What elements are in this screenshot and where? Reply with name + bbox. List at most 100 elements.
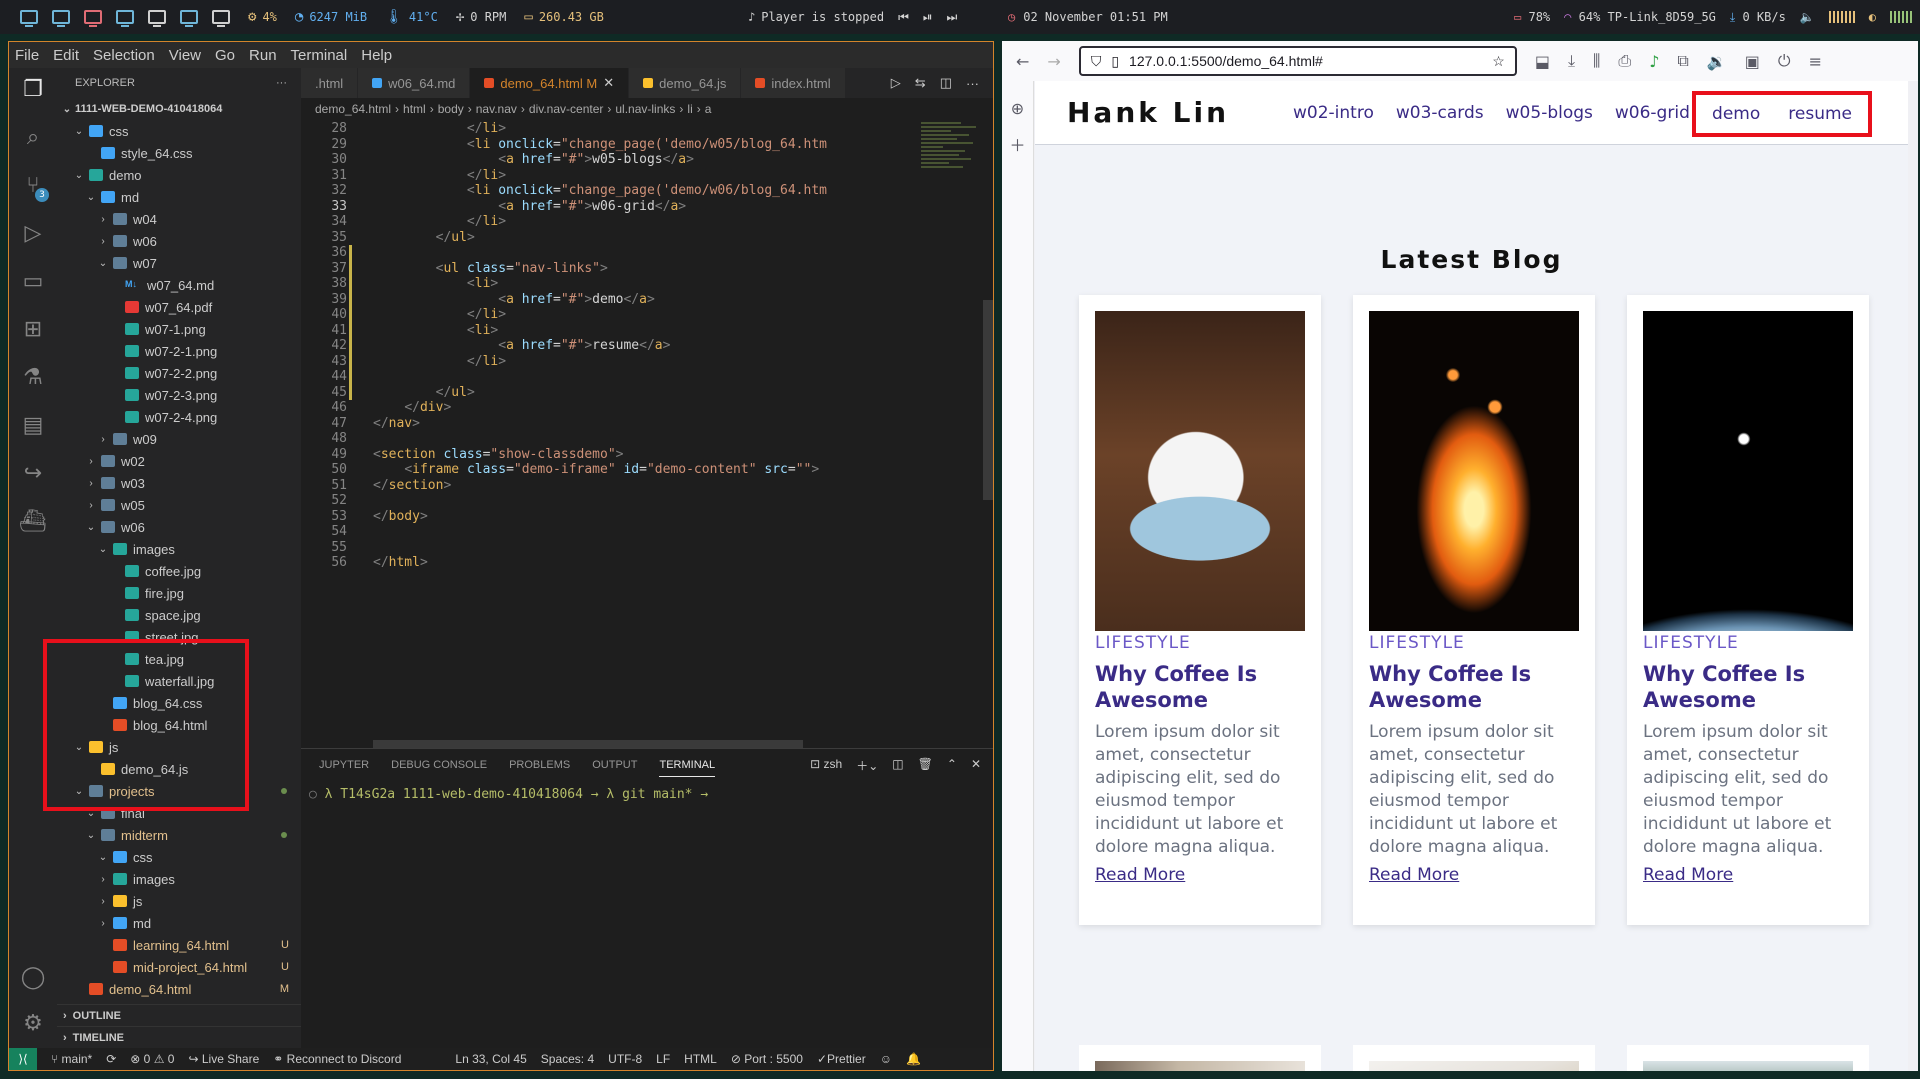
tree-file[interactable]: w07-2-2.png <box>57 362 301 384</box>
card-title[interactable]: Why Coffee Is Awesome <box>1643 661 1853 713</box>
extension-icon[interactable]: ⧉ <box>1677 51 1688 71</box>
panel-tab-terminal[interactable]: TERMINAL <box>659 759 716 777</box>
menu-run[interactable]: Run <box>249 47 277 64</box>
tree-file[interactable]: w07-2-4.png <box>57 406 301 428</box>
breadcrumb-item[interactable]: li <box>687 102 692 116</box>
more-actions-icon[interactable]: ··· <box>966 76 979 91</box>
breadcrumb-item[interactable]: div.nav-center <box>529 102 603 116</box>
explorer-more-button[interactable]: ··· <box>276 77 287 89</box>
close-tab-icon[interactable]: ✕ <box>603 75 614 91</box>
notebook-icon[interactable]: ▤ <box>19 412 47 440</box>
prettier-status[interactable]: ✓Prettier <box>817 1052 866 1066</box>
sync-icon[interactable]: ⟳ <box>106 1052 116 1066</box>
tree-file[interactable]: M↓ w07_64.md <box>57 274 301 296</box>
feedback-icon[interactable]: ☺ <box>880 1052 892 1066</box>
menu-go[interactable]: Go <box>215 47 235 64</box>
tree-file[interactable]: w07-2-3.png <box>57 384 301 406</box>
compare-icon[interactable]: ⇆ <box>915 75 926 91</box>
tree-file[interactable]: style_64.css <box>57 142 301 164</box>
tree-file[interactable]: demo_64.html M <box>57 978 301 1000</box>
explorer-icon[interactable]: ❐ <box>19 76 47 104</box>
nav-link-w05-blogs[interactable]: w05-blogs <box>1506 103 1593 123</box>
editor-tab[interactable]: demo_64.html M ✕ <box>470 68 630 98</box>
testing-icon[interactable]: ⚗ <box>19 364 47 392</box>
tree-file[interactable]: w07-1.png <box>57 318 301 340</box>
horizontal-scrollbar[interactable] <box>373 740 803 748</box>
menu-file[interactable]: File <box>15 47 39 64</box>
tree-folder[interactable]: ⌄ images <box>57 538 301 560</box>
workspace-root[interactable]: ⌄ 1111-WEB-DEMO-410418064 <box>57 98 301 120</box>
menu-view[interactable]: View <box>169 47 201 64</box>
tree-file[interactable]: learning_64.html U <box>57 934 301 956</box>
code-editor[interactable]: 28 </li> 29 <li onclick="change_page('dem… <box>301 120 993 748</box>
next-track-icon[interactable]: ⏭ <box>946 10 957 25</box>
extensions-icon[interactable]: ⊞ <box>19 316 47 344</box>
address-bar[interactable]: ⛉ ▯ 127.0.0.1:5500/demo_64.html# ☆ <box>1078 46 1517 76</box>
downloads-icon[interactable]: ⤓ <box>1568 51 1575 71</box>
forward-arrow-icon[interactable]: → <box>1047 52 1060 71</box>
tree-file[interactable]: tea.jpg <box>57 648 301 670</box>
branch-status[interactable]: ⑂ main* <box>51 1052 92 1066</box>
breadcrumb-item[interactable]: a <box>705 102 712 116</box>
tree-file[interactable]: w07-2-1.png <box>57 340 301 362</box>
hamburger-menu-icon[interactable]: ≡ <box>1809 52 1822 71</box>
live-server-status[interactable]: ⊘ Port : 5500 <box>731 1052 803 1066</box>
library-icon[interactable]: ⫼ <box>1593 51 1600 71</box>
menu-help[interactable]: Help <box>361 47 392 64</box>
nav-link-demo[interactable]: demo <box>1712 104 1760 124</box>
new-terminal-icon[interactable]: ＋⌄ <box>856 757 878 774</box>
panel-tab-debug-console[interactable]: DEBUG CONSOLE <box>391 759 487 771</box>
tree-file[interactable]: coffee.jpg <box>57 560 301 582</box>
outline-section[interactable]: › OUTLINE <box>57 1004 301 1026</box>
tree-folder[interactable]: › w06 <box>57 230 301 252</box>
play-pause-icon[interactable]: ⏯ <box>923 10 933 25</box>
trash-icon[interactable]: 🗑 <box>918 757 933 774</box>
workspace-1-icon[interactable] <box>20 10 38 27</box>
tree-folder[interactable]: › w09 <box>57 428 301 450</box>
menu-terminal[interactable]: Terminal <box>291 47 348 64</box>
search-icon[interactable]: ⌕ <box>19 124 47 152</box>
vertical-scrollbar[interactable] <box>983 300 993 500</box>
workspace-4-icon[interactable] <box>116 10 134 27</box>
problems-status[interactable]: ⊗ 0 ⚠ 0 <box>130 1052 174 1066</box>
breadcrumb-item[interactable]: body <box>438 102 464 116</box>
power-icon[interactable]: ⏻ <box>1778 51 1791 71</box>
language-mode[interactable]: HTML <box>684 1052 717 1066</box>
tree-file[interactable]: demo_64.js <box>57 758 301 780</box>
tree-folder[interactable]: › w04 <box>57 208 301 230</box>
tree-file[interactable]: blog_64.html <box>57 714 301 736</box>
run-icon[interactable]: ▷ <box>891 75 901 91</box>
tree-folder[interactable]: ⌄ demo <box>57 164 301 186</box>
workspace-6-icon[interactable] <box>180 10 198 27</box>
workspace-2-icon[interactable] <box>52 10 70 27</box>
account-icon[interactable]: ◯ <box>19 964 47 992</box>
pocket-icon[interactable]: ⬓ <box>1535 52 1550 71</box>
tree-folder[interactable]: ⌄ css <box>57 846 301 868</box>
back-arrow-icon[interactable]: ← <box>1016 52 1029 71</box>
timeline-section[interactable]: › TIMELINE <box>57 1026 301 1048</box>
container-icon[interactable]: ▣ <box>1745 52 1760 71</box>
add-panel-icon[interactable]: ＋ <box>1009 132 1025 156</box>
previous-track-icon[interactable]: ⏮ <box>898 10 909 25</box>
panel-tab-output[interactable]: OUTPUT <box>592 759 637 771</box>
remote-explorer-icon[interactable]: ▭ <box>19 268 47 296</box>
minimap[interactable] <box>921 120 981 210</box>
editor-tab[interactable]: demo_64.js <box>629 68 742 98</box>
music-extension-icon[interactable]: ♪ <box>1649 52 1659 71</box>
tree-file[interactable]: waterfall.jpg <box>57 670 301 692</box>
nav-link-resume[interactable]: resume <box>1788 104 1852 124</box>
tree-file[interactable]: blog_64.css <box>57 692 301 714</box>
tree-file[interactable]: mid-project_64.html U <box>57 956 301 978</box>
nav-link-w06-grid[interactable]: w06-grid <box>1615 103 1690 123</box>
read-more-link[interactable]: Read More <box>1369 865 1579 885</box>
menu-edit[interactable]: Edit <box>53 47 79 64</box>
split-terminal-icon[interactable]: ◫ <box>892 757 903 774</box>
notifications-bell-icon[interactable]: 🔔 <box>906 1052 921 1066</box>
tree-folder[interactable]: › js <box>57 890 301 912</box>
bookmark-star-icon[interactable]: ☆ <box>1492 53 1505 70</box>
breadcrumb-item[interactable]: html <box>403 102 426 116</box>
site-logo[interactable]: Hank Lin <box>1067 96 1229 129</box>
settings-gear-icon[interactable]: ⚙ <box>19 1010 47 1038</box>
tree-file[interactable]: space.jpg <box>57 604 301 626</box>
tree-folder[interactable]: ⌄ final <box>57 802 301 824</box>
